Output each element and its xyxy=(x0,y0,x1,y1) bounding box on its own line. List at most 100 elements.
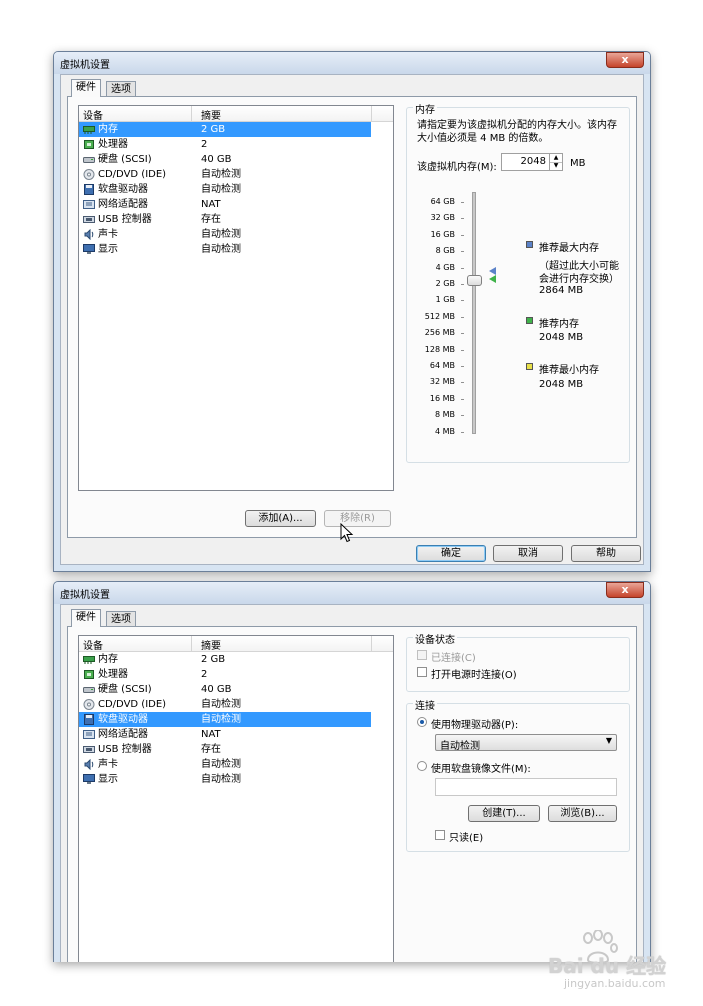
device-name: 硬盘 (SCSI) xyxy=(98,154,152,165)
device-summary: 2 xyxy=(201,669,208,680)
memory-scale-label: 512 MB xyxy=(424,311,455,321)
list-header: 设备 摘要 xyxy=(79,106,393,122)
device-name: 声卡 xyxy=(98,229,118,240)
device-summary: 2 GB xyxy=(201,122,226,137)
device-name: 网络适配器 xyxy=(98,729,148,740)
memory-scale-tick xyxy=(461,300,464,302)
recommended-memory-marker-icon xyxy=(489,275,496,283)
device-row[interactable]: 软盘驱动器 自动检测 xyxy=(79,712,371,727)
add-button[interactable]: 添加(A)... xyxy=(245,510,316,527)
device-row[interactable]: 内存 2 GB xyxy=(79,122,371,137)
device-name: 网络适配器 xyxy=(98,199,148,210)
tab-hardware[interactable]: 硬件 xyxy=(71,609,101,627)
device-name: 处理器 xyxy=(98,139,128,150)
memory-scale-tick xyxy=(461,415,464,417)
device-row[interactable]: 网络适配器 NAT xyxy=(79,727,393,742)
ok-button[interactable]: 确定 xyxy=(416,545,486,562)
recommended-memory-legend-icon xyxy=(526,317,533,324)
device-row[interactable]: 显示 自动检测 xyxy=(79,242,393,257)
display-icon xyxy=(83,244,95,255)
floppy-image-path-input[interactable] xyxy=(435,778,617,796)
processor-icon xyxy=(83,139,95,150)
device-list[interactable]: 设备 摘要 内存 2 GB 处理器 2 硬盘 (SCSI) 40 GB CD/DVD (ID… xyxy=(78,635,394,962)
tab-hardware[interactable]: 硬件 xyxy=(71,79,101,97)
title-bar[interactable]: 虚拟机设置 x xyxy=(54,52,650,74)
device-name: 处理器 xyxy=(98,669,128,680)
tab-options[interactable]: 选项 xyxy=(106,611,136,627)
column-device[interactable]: 设备 xyxy=(83,107,103,122)
device-row[interactable]: 处理器 2 xyxy=(79,137,393,152)
column-device[interactable]: 设备 xyxy=(83,637,103,652)
device-summary: 自动检测 xyxy=(201,774,241,785)
device-summary: 存在 xyxy=(201,744,221,755)
remove-button[interactable]: 移除(R) xyxy=(324,510,391,527)
memory-scale-label: 8 GB xyxy=(435,246,455,256)
device-summary: 自动检测 xyxy=(201,712,241,727)
device-row[interactable]: USB 控制器 存在 xyxy=(79,212,393,227)
use-physical-drive-radio[interactable] xyxy=(417,717,427,727)
device-row[interactable]: CD/DVD (IDE) 自动检测 xyxy=(79,167,393,182)
memory-scale-tick xyxy=(461,382,464,384)
memory-unit: MB xyxy=(570,158,586,169)
memory-slider-thumb[interactable] xyxy=(467,275,482,286)
column-separator[interactable] xyxy=(191,106,192,121)
device-row[interactable]: 网络适配器 NAT xyxy=(79,197,393,212)
close-button[interactable]: x xyxy=(606,582,644,598)
processor-icon xyxy=(83,669,95,680)
memory-scale-tick xyxy=(461,316,464,318)
chevron-down-icon: ▼ xyxy=(605,736,612,745)
memory-scale-tick xyxy=(461,218,464,220)
device-row[interactable]: 内存 2 GB xyxy=(79,652,393,667)
cancel-button[interactable]: 取消 xyxy=(493,545,563,562)
memory-scale-label: 2 GB xyxy=(435,279,455,288)
memory-slider-track[interactable] xyxy=(472,192,476,434)
device-summary: 2 xyxy=(201,139,208,150)
mouse-cursor-icon xyxy=(340,523,354,543)
use-floppy-image-radio[interactable] xyxy=(417,761,427,771)
browse-button[interactable]: 浏览(B)... xyxy=(548,805,617,822)
column-summary[interactable]: 摘要 xyxy=(201,107,221,122)
use-floppy-image-label: 使用软盘镜像文件(M): xyxy=(431,764,531,775)
memory-scale-label: 32 MB xyxy=(429,377,455,387)
device-row[interactable]: 声卡 自动检测 xyxy=(79,757,393,772)
memory-scale-label: 4 MB xyxy=(434,426,455,436)
title-bar[interactable]: 虚拟机设置 x xyxy=(54,582,650,604)
device-list[interactable]: 设备 摘要 内存 2 GB 处理器 2 硬盘 (SCSI) 40 GB CD/DVD (ID… xyxy=(78,105,394,491)
memory-scale-label: 256 MB xyxy=(424,328,455,338)
device-status-title: 设备状态 xyxy=(413,631,457,646)
device-row[interactable]: 硬盘 (SCSI) 40 GB xyxy=(79,152,393,167)
help-button[interactable]: 帮助 xyxy=(571,545,641,562)
device-row[interactable]: USB 控制器 存在 xyxy=(79,742,393,757)
tab-options[interactable]: 选项 xyxy=(106,81,136,97)
network-adapter-icon xyxy=(83,729,95,740)
device-row[interactable]: 处理器 2 xyxy=(79,667,393,682)
close-button[interactable]: x xyxy=(606,52,644,68)
watermark-brand: Bai du 经验 xyxy=(548,954,667,978)
spinner-down-button[interactable]: ▼ xyxy=(549,162,562,170)
column-summary[interactable]: 摘要 xyxy=(201,637,221,652)
memory-scale-tick xyxy=(461,349,464,351)
device-row[interactable]: 声卡 自动检测 xyxy=(79,227,393,242)
create-button[interactable]: 创建(T)... xyxy=(468,805,540,822)
physical-drive-select[interactable]: 自动检测 ▼ xyxy=(435,734,617,752)
connect-at-power-on-checkbox[interactable] xyxy=(417,667,427,677)
max-memory-note2: 会进行内存交换） xyxy=(539,274,619,285)
recommended-memory-title: 推荐内存 xyxy=(539,319,579,330)
device-row[interactable]: CD/DVD (IDE) 自动检测 xyxy=(79,697,393,712)
connected-checkbox[interactable] xyxy=(417,650,427,660)
device-name: 声卡 xyxy=(98,759,118,770)
device-summary: 自动检测 xyxy=(201,184,241,195)
column-separator[interactable] xyxy=(191,636,192,651)
device-summary: 自动检测 xyxy=(201,169,241,180)
device-row[interactable]: 显示 自动检测 xyxy=(79,772,393,787)
device-summary: NAT xyxy=(201,199,221,210)
baidu-jingyan-watermark: Bai du 经验 jingyan.baidu.com xyxy=(548,930,698,1000)
memory-value-input[interactable]: 2048 xyxy=(521,156,546,167)
device-row[interactable]: 软盘驱动器 自动检测 xyxy=(79,182,393,197)
usb-icon xyxy=(83,214,95,225)
memory-spinner[interactable]: 2048 ▲ ▼ xyxy=(501,153,563,171)
device-summary: 2 GB xyxy=(201,654,226,665)
readonly-checkbox[interactable] xyxy=(435,830,445,840)
column-separator xyxy=(371,636,372,651)
device-row[interactable]: 硬盘 (SCSI) 40 GB xyxy=(79,682,393,697)
